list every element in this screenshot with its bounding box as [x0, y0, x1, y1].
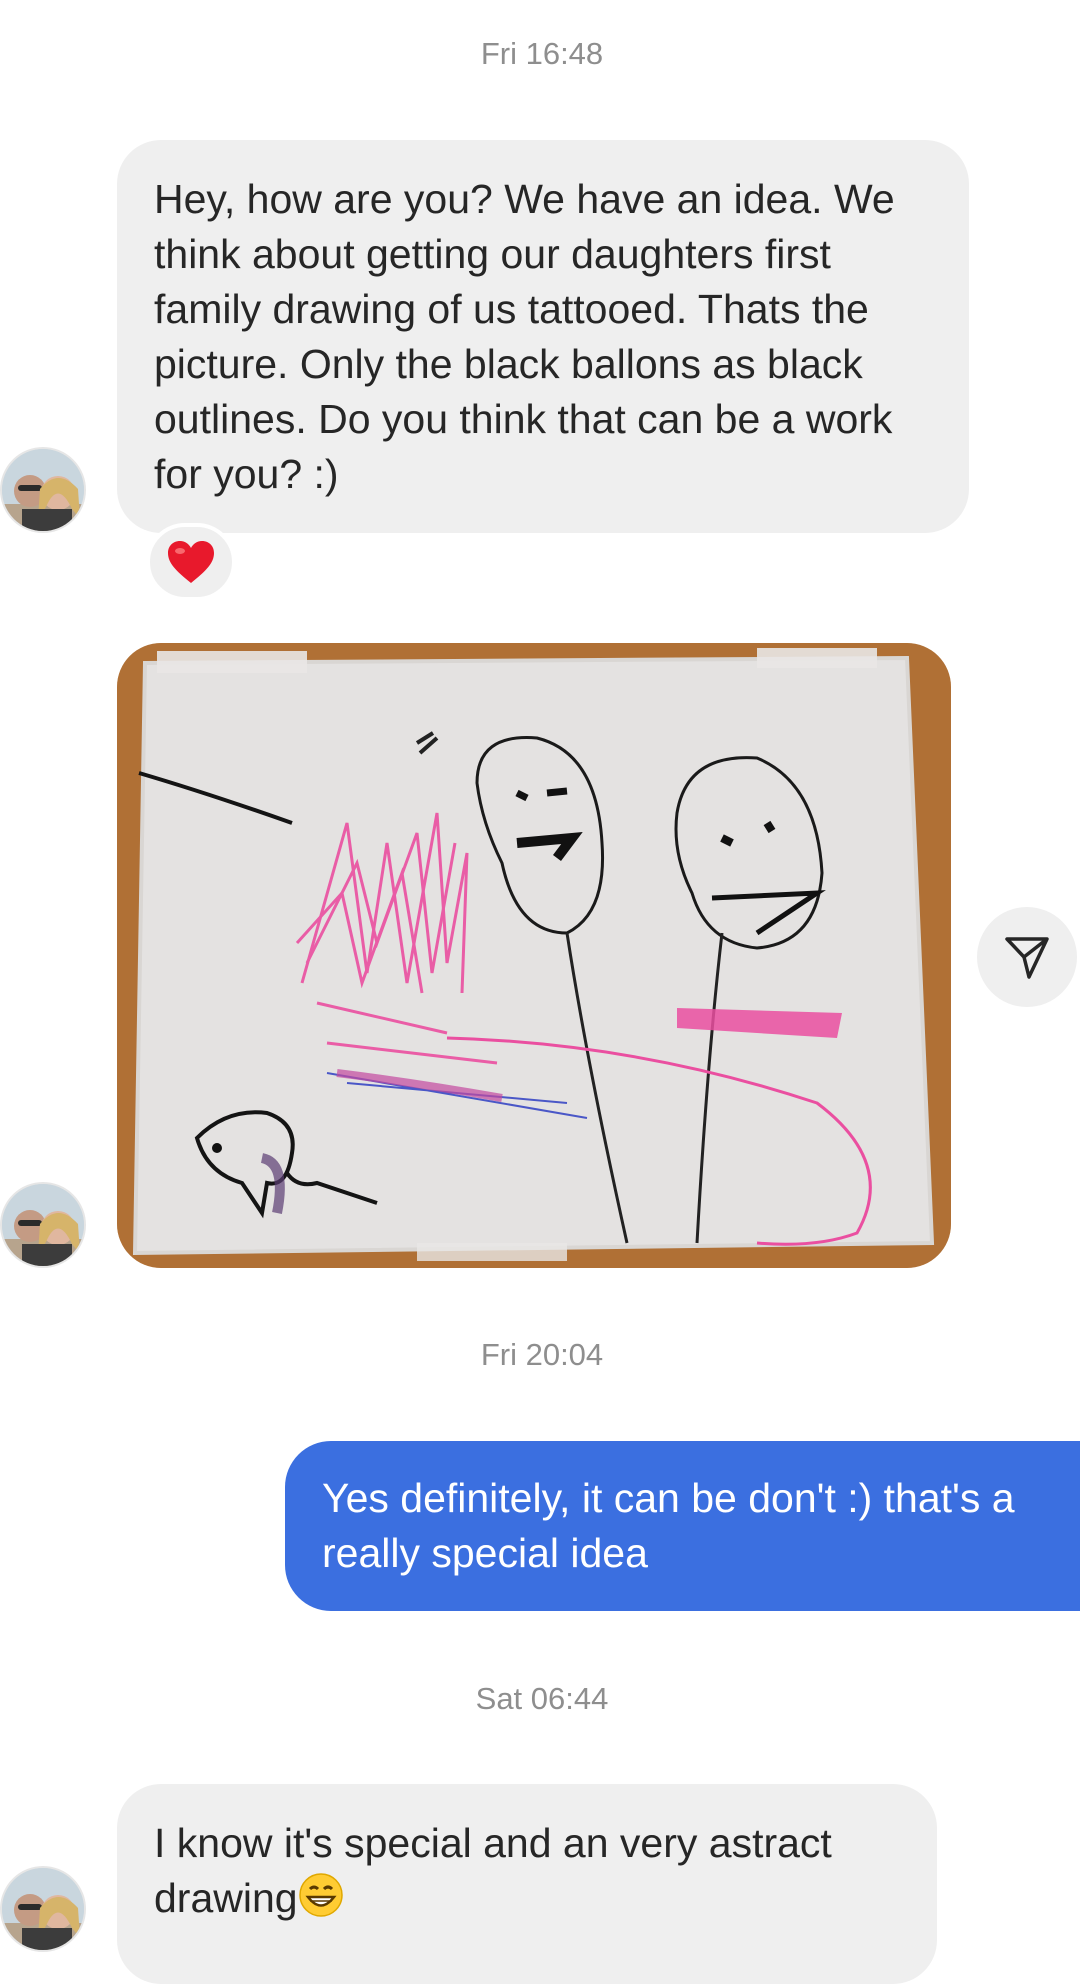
message-text: I know it's special and an very astract …	[154, 1820, 832, 1921]
avatar[interactable]	[0, 1182, 86, 1268]
message-text: Yes definitely, it can be don't :) that'…	[322, 1475, 1015, 1576]
timestamp: Sat 06:44	[475, 1681, 609, 1716]
incoming-message-bubble[interactable]: I know it's special and an very astract …	[117, 1784, 937, 1984]
heart-icon	[168, 541, 214, 583]
shared-image[interactable]	[117, 643, 951, 1268]
paper-plane-icon	[1005, 937, 1049, 979]
share-button[interactable]	[977, 907, 1077, 1007]
incoming-message-bubble[interactable]: Hey, how are you? We have an idea. We th…	[117, 140, 969, 533]
message-reaction[interactable]	[146, 523, 236, 601]
message-text: Hey, how are you? We have an idea. We th…	[154, 176, 895, 497]
avatar[interactable]	[0, 447, 86, 533]
timestamp: Fri 16:48	[480, 36, 604, 71]
grinning-face-icon	[298, 1873, 343, 1917]
avatar[interactable]	[0, 1866, 86, 1952]
outgoing-message-bubble[interactable]: Yes definitely, it can be don't :) that'…	[285, 1441, 1080, 1611]
timestamp: Fri 20:04	[480, 1337, 604, 1372]
